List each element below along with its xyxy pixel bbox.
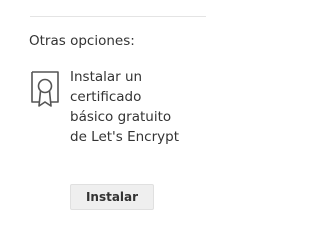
certificate-option: Instalar un certificado básico gratuito …: [0, 64, 206, 210]
install-button[interactable]: Instalar: [70, 184, 154, 210]
section-divider: [30, 16, 206, 17]
certificate-icon: [29, 69, 61, 109]
certificate-option-description: Instalar un certificado básico gratuito …: [70, 69, 179, 145]
other-options-heading: Otras opciones:: [29, 33, 135, 49]
